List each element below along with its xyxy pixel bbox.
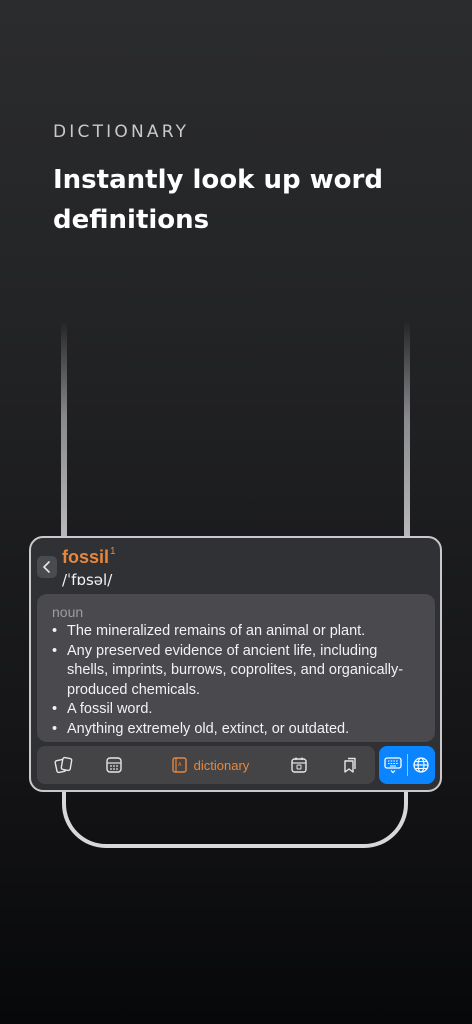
book-icon: A: [171, 757, 187, 773]
part-of-speech: noun: [52, 604, 84, 620]
input-mode-pill: [379, 746, 435, 784]
dictionary-tab[interactable]: A dictionary: [165, 746, 255, 784]
keyboard-button[interactable]: [379, 746, 407, 784]
globe-icon: [413, 757, 429, 773]
back-button[interactable]: [37, 556, 57, 578]
grid-keyboard-button[interactable]: [97, 746, 131, 784]
entry-pronunciation: /ˈfɒsəl/: [62, 571, 113, 589]
keyboard-icon: [384, 757, 402, 774]
entry-word-text: fossil: [62, 547, 110, 567]
hanging-wire-right: [404, 320, 410, 538]
cards-icon: [54, 756, 73, 774]
calendar-button[interactable]: [282, 746, 316, 784]
definitions-card: noun The mineralized remains of an anima…: [37, 594, 435, 742]
dictionary-tab-label: dictionary: [193, 757, 250, 773]
headline: Instantly look up word definitions: [53, 165, 383, 235]
bookmarks-icon: [344, 757, 356, 773]
definition-item: Any preserved evidence of ancient life, …: [52, 642, 421, 701]
definition-item: A fossil word.: [52, 700, 421, 720]
keyboard-grid-icon: [106, 757, 122, 773]
bookmarks-button[interactable]: [333, 746, 367, 784]
definition-item: Anything extremely old, extinct, or outd…: [52, 720, 421, 740]
entry-word: fossil1: [62, 546, 116, 568]
language-button[interactable]: [408, 746, 436, 784]
section-eyebrow: DICTIONARY: [53, 122, 190, 142]
bottom-toolbar: A dictionary: [37, 746, 375, 784]
entry-homograph-number: 1: [110, 546, 116, 557]
dictionary-panel: fossil1 /ˈfɒsəl/ noun The mineralized re…: [29, 536, 442, 792]
definition-list: The mineralized remains of an animal or …: [52, 622, 421, 740]
chevron-left-icon: [43, 561, 50, 573]
hanging-wire-left: [61, 320, 67, 538]
cards-button[interactable]: [47, 746, 81, 784]
definition-item: The mineralized remains of an animal or …: [52, 622, 421, 642]
calendar-icon: [291, 757, 307, 773]
svg-text:A: A: [178, 762, 182, 768]
